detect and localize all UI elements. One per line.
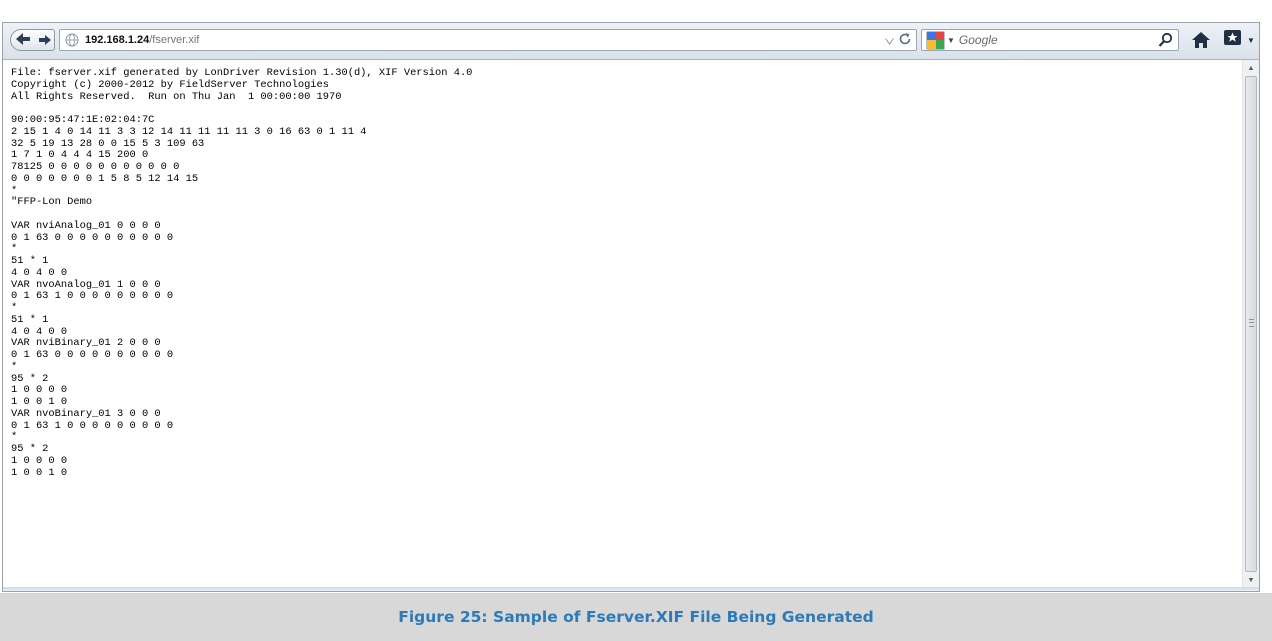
address-bar[interactable]: 192.168.1.24/fserver.xif bbox=[59, 29, 917, 51]
navigation-toolbar: 192.168.1.24/fserver.xif ▼ Google ▼ bbox=[3, 23, 1259, 60]
back-button[interactable] bbox=[10, 29, 36, 51]
scrollbar-grip-icon bbox=[1249, 319, 1254, 327]
scroll-up-arrow-icon[interactable]: ▲ bbox=[1243, 61, 1259, 75]
search-placeholder: Google bbox=[958, 33, 998, 47]
search-bar[interactable]: ▼ Google bbox=[921, 29, 1179, 51]
page-content: File: fserver.xif generated by LonDriver… bbox=[3, 60, 1243, 588]
dropdown-arrow-icon[interactable] bbox=[885, 34, 894, 48]
address-bar-controls bbox=[885, 32, 912, 49]
bookmarks-button[interactable]: ▼ bbox=[1223, 29, 1257, 52]
figure-caption: Figure 25: Sample of Fserver.XIF File Be… bbox=[398, 608, 874, 626]
reload-icon[interactable] bbox=[898, 32, 912, 49]
google-icon[interactable] bbox=[926, 30, 945, 50]
vertical-scrollbar[interactable]: ▲ ▼ bbox=[1242, 60, 1259, 588]
window-bottom-edge bbox=[3, 587, 1259, 591]
site-identity-globe-icon[interactable] bbox=[65, 33, 79, 47]
home-icon bbox=[1191, 32, 1211, 54]
url-host: 192.168.1.24 bbox=[85, 34, 150, 46]
url-text[interactable]: 192.168.1.24/fserver.xif bbox=[85, 34, 199, 46]
url-path: /fserver.xif bbox=[149, 34, 200, 46]
search-engine-dropdown-icon[interactable]: ▼ bbox=[947, 36, 955, 45]
bookmarks-icon bbox=[1223, 29, 1245, 52]
scrollbar-thumb[interactable] bbox=[1245, 76, 1257, 572]
back-arrow-icon bbox=[16, 32, 30, 48]
forward-arrow-icon bbox=[38, 32, 51, 48]
home-button[interactable] bbox=[1191, 30, 1211, 50]
magnifier-icon[interactable] bbox=[1158, 32, 1174, 53]
browser-window: 192.168.1.24/fserver.xif ▼ Google ▼ File… bbox=[2, 22, 1260, 592]
xif-file-text: File: fserver.xif generated by LonDriver… bbox=[11, 67, 473, 479]
figure-caption-band: Figure 25: Sample of Fserver.XIF File Be… bbox=[0, 593, 1272, 641]
bookmarks-dropdown-icon[interactable]: ▼ bbox=[1247, 36, 1255, 45]
scroll-down-arrow-icon[interactable]: ▼ bbox=[1243, 573, 1259, 587]
forward-button[interactable] bbox=[35, 29, 55, 51]
